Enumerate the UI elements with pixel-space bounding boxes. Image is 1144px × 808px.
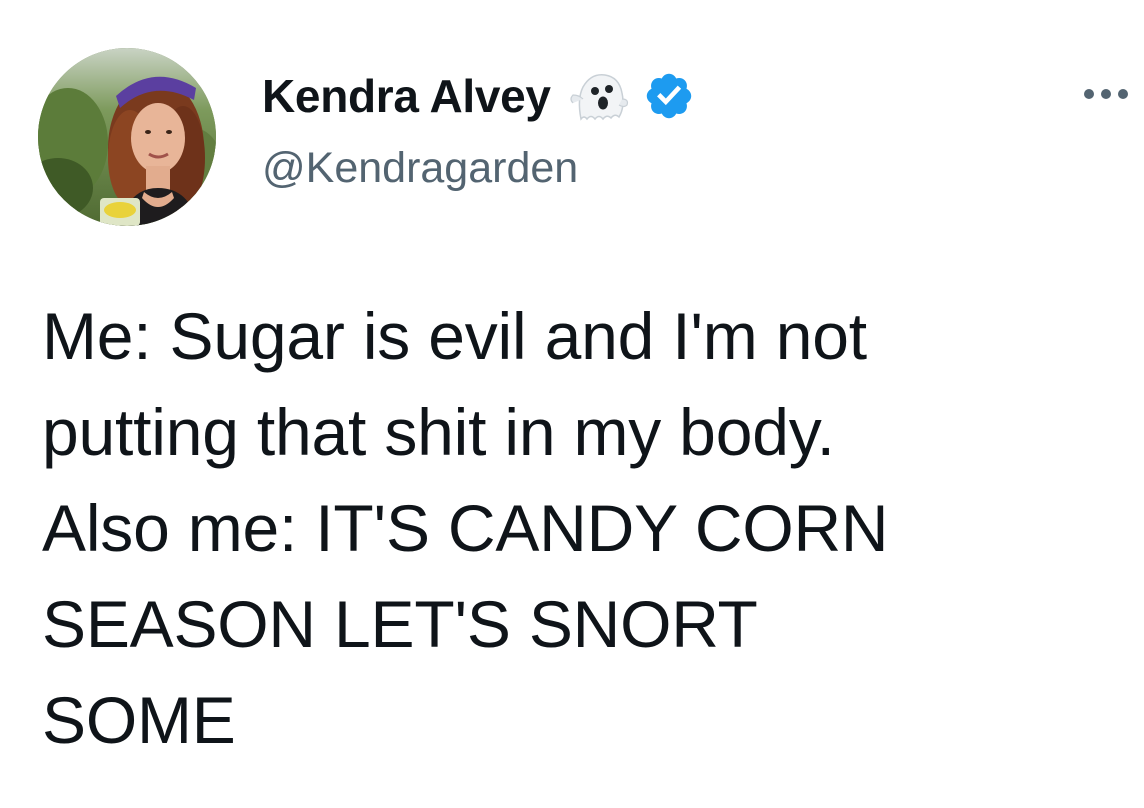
tweet-card: Kendra Alvey @Kendragarden Me: Sugar is … [0,0,1144,808]
more-horizontal-icon [1084,89,1094,99]
more-options-button[interactable] [1084,78,1144,110]
avatar[interactable] [38,48,216,226]
more-horizontal-icon [1118,89,1128,99]
verified-badge-icon [643,70,695,122]
more-horizontal-icon [1101,89,1111,99]
author-name-row: Kendra Alvey [262,66,695,126]
display-name[interactable]: Kendra Alvey [262,69,551,123]
ghost-icon [567,69,629,123]
author-handle[interactable]: @Kendragarden [262,144,578,193]
tweet-text: Me: Sugar is evil and I'm not putting th… [42,299,889,757]
avatar-photo [38,48,216,226]
